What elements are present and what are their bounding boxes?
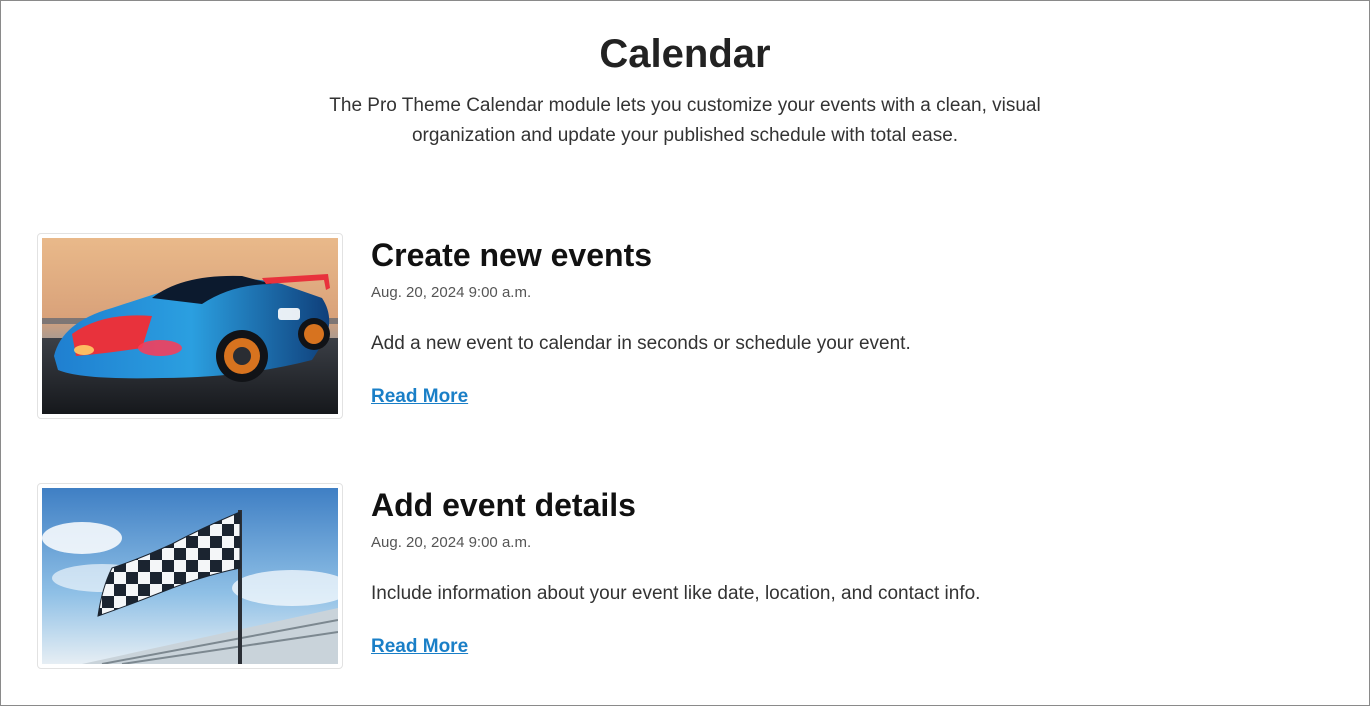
event-date: Aug. 20, 2024 9:00 a.m. [371,534,532,551]
event-content: Add event details Aug. 20, 2024 9:00 a.m… [371,483,980,660]
page-intro: The Pro Theme Calendar module lets you c… [329,95,1041,146]
race-car-image[interactable] [42,238,338,414]
page-frame: Calendar The Pro Theme Calendar module l… [0,0,1370,706]
checkered-flag-image[interactable] [42,488,338,664]
read-more-link[interactable]: Read More [371,634,468,660]
page-title: Calendar [599,32,771,76]
event-title[interactable]: Add event details [371,485,980,525]
event-content: Create new events Aug. 20, 2024 9:00 a.m… [371,233,911,410]
page-header: Calendar The Pro Theme Calendar module l… [1,1,1369,151]
event-thumbnail[interactable] [37,483,343,669]
event-date: Aug. 20, 2024 9:00 a.m. [371,284,532,301]
event-item: Create new events Aug. 20, 2024 9:00 a.m… [37,233,1333,419]
event-title[interactable]: Create new events [371,235,911,275]
event-description: Add a new event to calendar in seconds o… [371,333,911,354]
event-list: Create new events Aug. 20, 2024 9:00 a.m… [37,233,1333,705]
event-item: Add event details Aug. 20, 2024 9:00 a.m… [37,483,1333,669]
event-description: Include information about your event lik… [371,583,981,604]
event-thumbnail[interactable] [37,233,343,419]
read-more-link[interactable]: Read More [371,384,468,410]
